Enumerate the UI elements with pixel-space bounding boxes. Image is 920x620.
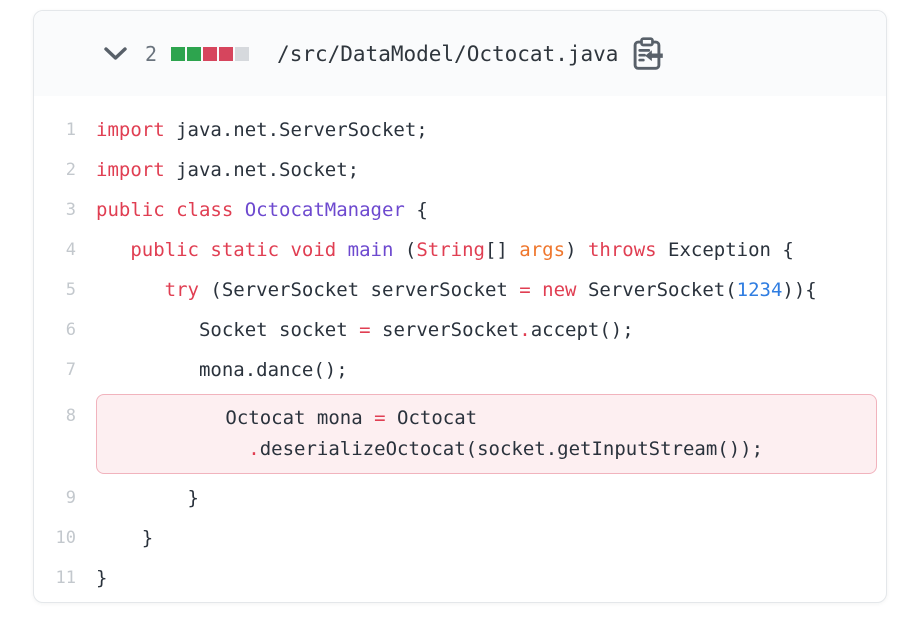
line-number: 9 [34, 488, 76, 508]
diffstat-block-removed [219, 47, 233, 61]
code-line: 8 Octocat mona = Octocat .deserializeOct… [34, 390, 886, 478]
diffstat-block-neutral [235, 47, 249, 61]
code-row: } [96, 527, 153, 549]
line-number: 10 [34, 528, 76, 548]
line-number: 4 [34, 240, 76, 260]
vulnerable-line-highlight: Octocat mona = Octocat .deserializeOctoc… [96, 394, 877, 474]
line-number: 5 [34, 280, 76, 300]
code-row: import java.net.ServerSocket; [96, 119, 428, 141]
code-text: mona.dance(); [96, 359, 348, 381]
code-line: 1 import java.net.ServerSocket; [34, 110, 886, 150]
code-text: } [96, 527, 153, 549]
code-text: try (ServerSocket serverSocket = new Ser… [96, 279, 817, 301]
diffstat-block-removed [203, 47, 217, 61]
code-line: 11} [34, 558, 886, 598]
file-header: 2 /src/DataModel/Octocat.java [34, 11, 886, 96]
line-number: 1 [34, 120, 76, 140]
diffstat-block-added [187, 47, 201, 61]
code-line: 7 mona.dance(); [34, 350, 886, 390]
code-row: import java.net.Socket; [96, 159, 359, 181]
code-row: public static void main (String[] args) … [96, 239, 794, 261]
code-lines: 1 import java.net.ServerSocket; 2 import ja… [34, 110, 886, 598]
code-line: 2 import java.net.Socket; [34, 150, 886, 190]
code-text: import java.net.Socket; [96, 159, 359, 181]
code-row: .deserializeOctocat(socket.getInputStrea… [111, 434, 862, 465]
line-number: 11 [34, 568, 76, 588]
code-row: } [96, 567, 107, 589]
line-number: 2 [34, 160, 76, 180]
code-text: } [96, 487, 199, 509]
code-row: mona.dance(); [96, 359, 348, 381]
code-row: Socket socket = serverSocket.accept(); [96, 319, 634, 341]
line-number: 7 [34, 360, 76, 380]
code-row: Octocat mona = Octocat [111, 403, 862, 434]
code-text: } [96, 567, 107, 589]
diffstat-blocks [171, 47, 249, 61]
line-number: 6 [34, 320, 76, 340]
code-row: } [96, 487, 199, 509]
code-text: Socket socket = serverSocket.accept(); [96, 319, 634, 341]
code-line: 10 } [34, 518, 886, 558]
code-row: public class OctocatManager { [96, 199, 428, 221]
copy-path-button[interactable] [630, 37, 664, 71]
code-text: public static void main (String[] args) … [96, 239, 794, 261]
changes-count: 2 [145, 42, 157, 66]
line-number: 8 [34, 390, 76, 426]
code-view: 1 import java.net.ServerSocket; 2 import ja… [34, 96, 886, 598]
file-diff-card: 2 /src/DataModel/Octocat.java 1 import ja… [33, 10, 887, 603]
code-row: try (ServerSocket serverSocket = new Ser… [96, 279, 817, 301]
code-line: 9 } [34, 478, 886, 518]
code-text: import java.net.ServerSocket; [96, 119, 428, 141]
code-text: public class OctocatManager { [96, 199, 428, 221]
code-line: 4 public static void main (String[] args… [34, 230, 886, 270]
file-path: /src/DataModel/Octocat.java [277, 42, 618, 66]
code-line: 3 public class OctocatManager { [34, 190, 886, 230]
chevron-down-icon[interactable] [102, 45, 129, 63]
line-number: 3 [34, 200, 76, 220]
code-line: 6 Socket socket = serverSocket.accept(); [34, 310, 886, 350]
code-line: 5 try (ServerSocket serverSocket = new S… [34, 270, 886, 310]
diffstat-block-added [171, 47, 185, 61]
clipboard-icon [631, 37, 663, 71]
